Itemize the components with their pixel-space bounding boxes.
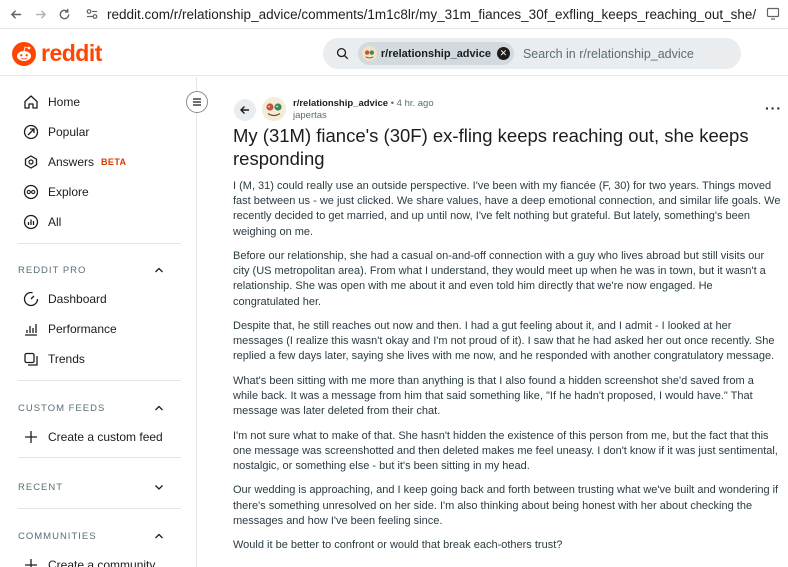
site-settings-icon[interactable] bbox=[83, 5, 101, 23]
browser-url-bar: reddit.com/r/relationship_advice/comment… bbox=[0, 0, 788, 29]
recent-heading: RECENT bbox=[18, 482, 64, 493]
post-meta: r/relationship_advice • 4 hr. ago japert… bbox=[293, 98, 434, 122]
sidebar-item-label: Popular bbox=[48, 125, 90, 139]
post-content: r/relationship_advice • 4 hr. ago japert… bbox=[197, 77, 788, 567]
explore-icon bbox=[22, 183, 40, 201]
subreddit-avatar-icon bbox=[262, 97, 286, 121]
post-time: • 4 hr. ago bbox=[390, 98, 434, 109]
subreddit-avatar-icon bbox=[361, 46, 377, 61]
sidebar-item-label: Create a community bbox=[48, 558, 156, 567]
search-input[interactable] bbox=[522, 46, 741, 61]
sidebar-divider bbox=[18, 508, 181, 509]
sidebar-item-all[interactable]: All bbox=[22, 213, 61, 231]
sidebar-item-label: Dashboard bbox=[48, 292, 107, 306]
reddit-snoo-icon bbox=[12, 41, 36, 66]
sidebar-item-label: Answers bbox=[48, 155, 95, 169]
sidebar-item-label: Home bbox=[48, 95, 81, 109]
sidebar-item-popular[interactable]: Popular bbox=[22, 123, 89, 141]
custom-feeds-heading: CUSTOM FEEDS bbox=[18, 403, 106, 414]
post-paragraph: Before our relationship, she had a casua… bbox=[233, 250, 766, 308]
post-paragraph: Despite that, he still reaches out now a… bbox=[233, 320, 775, 363]
search-chip-label: r/relationship_advice bbox=[380, 47, 491, 60]
browser-forward-icon[interactable] bbox=[31, 5, 49, 23]
collapse-sidebar-button[interactable] bbox=[186, 91, 208, 113]
sidebar-item-home[interactable]: Home bbox=[22, 93, 80, 111]
sidebar-divider bbox=[18, 380, 181, 381]
post-paragraph: I (M, 31) could really use an outside pe… bbox=[233, 180, 781, 238]
reddit-logo[interactable]: reddit bbox=[12, 40, 102, 67]
popular-icon bbox=[22, 123, 40, 141]
back-button[interactable] bbox=[234, 99, 256, 121]
performance-icon bbox=[22, 320, 40, 338]
sidebar-item-answers[interactable]: Answers BETA bbox=[22, 153, 126, 171]
post-paragraph: What's been sitting with me more than an… bbox=[233, 374, 754, 418]
post-title: My (31M) fiance's (30F) ex-fling keeps r… bbox=[233, 125, 749, 169]
sidebar-item-label: Performance bbox=[48, 322, 117, 336]
plus-icon bbox=[22, 556, 40, 567]
subreddit-search-chip[interactable]: r/relationship_advice ✕ bbox=[357, 42, 514, 65]
post-author[interactable]: japertas bbox=[293, 110, 434, 122]
beta-badge: BETA bbox=[101, 157, 127, 167]
post-paragraph: Would it be better to confront or would … bbox=[233, 539, 563, 552]
cast-icon[interactable] bbox=[766, 6, 780, 25]
chevron-down-icon[interactable] bbox=[153, 481, 165, 493]
sidebar-item-trends[interactable]: Trends bbox=[22, 350, 85, 368]
post-body: I (M, 31) could really use an outside pe… bbox=[233, 179, 781, 563]
browser-back-icon[interactable] bbox=[7, 5, 25, 23]
sidebar-divider bbox=[18, 243, 181, 244]
sidebar-item-label: Create a custom feed bbox=[48, 430, 163, 444]
create-community-button[interactable]: Create a community bbox=[22, 556, 155, 567]
communities-heading: COMMUNITIES bbox=[18, 531, 97, 542]
chevron-up-icon[interactable] bbox=[153, 530, 165, 542]
post-paragraph: I'm not sure what to make of that. She h… bbox=[233, 429, 778, 472]
url-text[interactable]: reddit.com/r/relationship_advice/comment… bbox=[107, 7, 756, 22]
clear-chip-icon[interactable]: ✕ bbox=[496, 47, 510, 60]
subreddit-avatar[interactable] bbox=[262, 97, 286, 121]
all-icon bbox=[22, 213, 40, 231]
search-icon bbox=[336, 47, 349, 60]
sidebar-item-label: Explore bbox=[48, 185, 89, 199]
sidebar-item-explore[interactable]: Explore bbox=[22, 183, 89, 201]
subreddit-link[interactable]: r/relationship_advice bbox=[293, 98, 388, 109]
reddit-header: reddit r/relationship_advice ✕ bbox=[0, 30, 788, 76]
chevron-up-icon[interactable] bbox=[153, 264, 165, 276]
browser-reload-icon[interactable] bbox=[55, 5, 73, 23]
sidebar-item-dashboard[interactable]: Dashboard bbox=[22, 290, 107, 308]
trends-icon bbox=[22, 350, 40, 368]
create-custom-feed-button[interactable]: Create a custom feed bbox=[22, 428, 163, 446]
left-sidebar: Home Popular Answers BETA Explore All RE… bbox=[0, 77, 197, 567]
sidebar-item-performance[interactable]: Performance bbox=[22, 320, 117, 338]
menu-icon bbox=[193, 98, 201, 106]
arrow-left-icon bbox=[240, 106, 249, 114]
sidebar-divider bbox=[18, 457, 181, 458]
more-options-icon[interactable]: ··· bbox=[765, 100, 782, 116]
home-icon bbox=[22, 93, 40, 111]
reddit-wordmark: reddit bbox=[41, 40, 102, 66]
reddit-pro-heading: REDDIT PRO bbox=[18, 265, 87, 276]
post-paragraph: Our wedding is approaching, and I keep g… bbox=[233, 484, 779, 527]
chevron-up-icon[interactable] bbox=[153, 402, 165, 414]
sidebar-item-label: Trends bbox=[48, 352, 85, 366]
answers-icon bbox=[22, 153, 40, 171]
dashboard-icon bbox=[22, 290, 40, 308]
plus-icon bbox=[22, 428, 40, 446]
search-bar[interactable]: r/relationship_advice ✕ bbox=[323, 38, 741, 69]
sidebar-item-label: All bbox=[48, 215, 62, 229]
